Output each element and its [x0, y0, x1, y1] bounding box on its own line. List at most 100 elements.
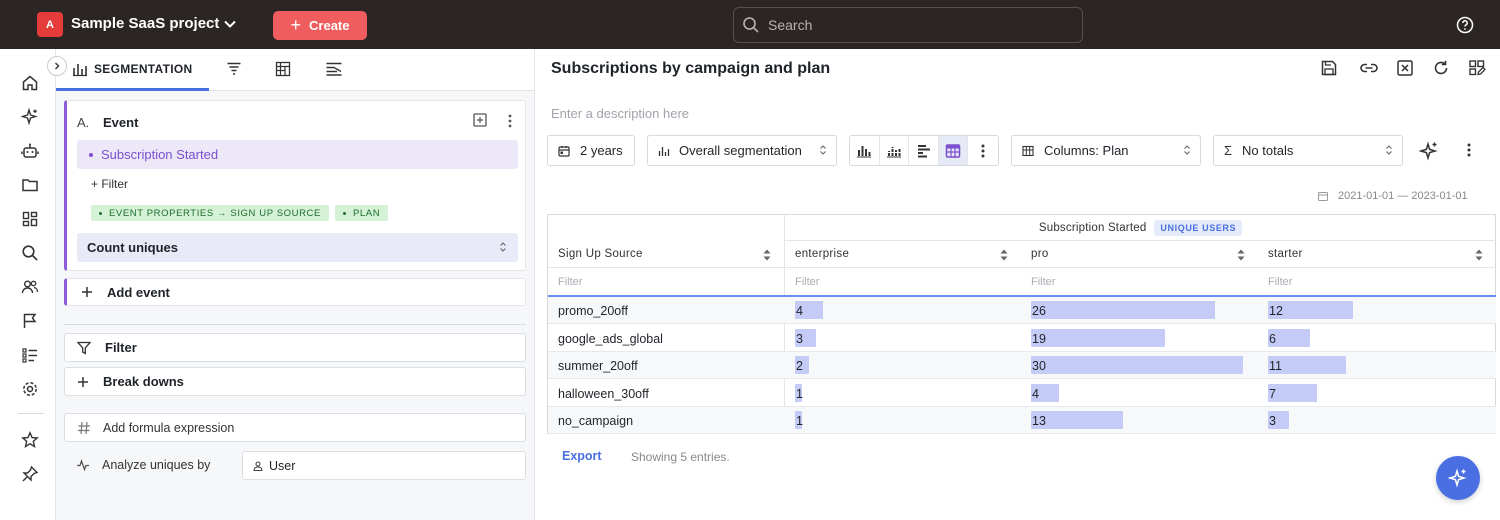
- totals-label: No totals: [1242, 143, 1294, 158]
- chip-dot: [99, 211, 102, 215]
- gear-icon[interactable]: [20, 379, 40, 399]
- totals-select[interactable]: Σ No totals: [1213, 135, 1403, 166]
- create-button[interactable]: + Create: [273, 11, 367, 40]
- flag-icon[interactable]: [20, 311, 40, 331]
- viz-table-button[interactable]: [938, 136, 969, 165]
- segmentation-select[interactable]: Overall segmentation: [647, 135, 837, 166]
- project-avatar[interactable]: A: [37, 12, 63, 37]
- filter-button[interactable]: Filter: [64, 333, 526, 362]
- column-header-starter[interactable]: starter: [1258, 241, 1496, 268]
- table-row[interactable]: google_ads_global 3 19 6: [548, 325, 1496, 352]
- tab-segmentation[interactable]: SEGMENTATION: [72, 61, 193, 77]
- more-vertical-icon[interactable]: [1464, 142, 1474, 158]
- column-filter-pro[interactable]: Filter: [1021, 268, 1258, 295]
- breakdowns-button[interactable]: Break downs: [64, 367, 526, 396]
- search-icon[interactable]: [20, 243, 40, 263]
- table-cell: 7: [1258, 380, 1496, 407]
- folder-icon[interactable]: [20, 175, 40, 195]
- column-header-label: enterprise: [795, 248, 850, 260]
- plus-icon: [78, 376, 88, 387]
- flows-icon[interactable]: [325, 61, 343, 77]
- close-box-icon[interactable]: [1396, 59, 1414, 77]
- viz-bar-button[interactable]: [850, 136, 880, 165]
- table-row[interactable]: promo_20off 4 26 12: [548, 297, 1496, 324]
- chip-plan[interactable]: PLAN: [334, 205, 389, 221]
- table-cell: 1: [785, 407, 1021, 434]
- users-icon[interactable]: [20, 277, 40, 297]
- chevron-down-icon[interactable]: [222, 16, 238, 32]
- edit-layout-icon[interactable]: [1468, 59, 1486, 77]
- column-header-sign-up-source[interactable]: Sign Up Source: [548, 241, 784, 268]
- sparkle-icon[interactable]: [20, 107, 40, 127]
- measure-select[interactable]: Count uniques: [77, 233, 518, 262]
- table-row[interactable]: no_campaign 1 13 3: [548, 407, 1496, 434]
- table-cell: 30: [1021, 352, 1257, 379]
- search-box[interactable]: [733, 7, 1083, 43]
- date-range-display: 2021-01-01 — 2023-01-01: [1318, 190, 1468, 202]
- analyze-by-select[interactable]: User: [242, 451, 526, 480]
- chip-label: PLAN: [352, 207, 381, 219]
- formula-button[interactable]: Add formula expression: [64, 413, 526, 442]
- value-bar: [1031, 328, 1166, 347]
- ai-assistant-button[interactable]: [1436, 456, 1480, 500]
- cell-value: 3: [1269, 414, 1276, 428]
- export-button[interactable]: Export: [562, 449, 602, 463]
- cell-value: 30: [1032, 359, 1046, 373]
- date-range-button[interactable]: 2 years: [547, 135, 635, 166]
- save-icon[interactable]: [1320, 59, 1338, 77]
- event-filter-button[interactable]: + Filter: [91, 177, 128, 191]
- project-name[interactable]: Sample SaaS project: [71, 15, 219, 32]
- pin-icon[interactable]: [20, 464, 40, 484]
- viz-stacked-bar-button[interactable]: [880, 136, 910, 165]
- cell-value: 2: [796, 359, 803, 373]
- date-range-text: 2021-01-01 — 2023-01-01: [1338, 190, 1468, 202]
- star-icon[interactable]: [20, 430, 40, 450]
- help-icon[interactable]: [1456, 16, 1474, 34]
- refresh-icon[interactable]: [1432, 59, 1450, 77]
- viz-horizontal-bar-button[interactable]: [909, 136, 939, 165]
- search-icon: [743, 17, 759, 33]
- report-title[interactable]: Subscriptions by campaign and plan: [551, 60, 830, 78]
- add-square-icon[interactable]: [472, 112, 488, 128]
- list-icon[interactable]: [20, 345, 40, 365]
- selected-event[interactable]: Subscription Started: [77, 140, 518, 169]
- retention-grid-icon[interactable]: [275, 61, 291, 77]
- chip-sign-up-source[interactable]: EVENT PROPERTIES → SIGN UP SOURCE: [91, 205, 329, 221]
- robot-icon[interactable]: [20, 141, 40, 161]
- sort-icon[interactable]: [1474, 248, 1484, 262]
- search-input[interactable]: [768, 17, 1068, 33]
- viz-more-button[interactable]: [968, 136, 998, 165]
- column-filter-enterprise[interactable]: Filter: [785, 268, 1021, 295]
- funnel-icon[interactable]: [226, 61, 242, 77]
- link-icon[interactable]: [1359, 59, 1379, 77]
- columns-select[interactable]: Columns: Plan: [1011, 135, 1201, 166]
- table-cell: 3: [785, 325, 1021, 352]
- segmentation-label: Overall segmentation: [679, 143, 802, 158]
- more-vertical-icon[interactable]: [504, 113, 516, 129]
- home-icon[interactable]: [20, 73, 40, 93]
- ai-sparkle-icon[interactable]: [1419, 141, 1439, 161]
- table-row[interactable]: summer_20off 2 30 11: [548, 352, 1496, 379]
- breakdown-chips: EVENT PROPERTIES → SIGN UP SOURCE PLAN: [91, 205, 389, 221]
- table-cell: 11: [1258, 352, 1496, 379]
- table-cell: 12: [1258, 297, 1496, 324]
- bar-chart-icon: [658, 146, 670, 156]
- cell-value: 26: [1032, 304, 1046, 318]
- table-row[interactable]: halloween_30off 1 4 7: [548, 380, 1496, 407]
- column-filter-sign-up-source[interactable]: Filter: [548, 268, 784, 295]
- active-tab-indicator: [56, 88, 209, 91]
- column-header-pro[interactable]: pro: [1021, 241, 1258, 268]
- sort-icon[interactable]: [762, 248, 772, 262]
- query-panel: SEGMENTATION A. Event Subscription Start…: [47, 49, 535, 520]
- sort-icon[interactable]: [999, 248, 1009, 262]
- chip-dot: [342, 211, 346, 215]
- sort-icon[interactable]: [1236, 248, 1246, 262]
- dashboard-icon[interactable]: [20, 209, 40, 229]
- column-header-enterprise[interactable]: enterprise: [785, 241, 1021, 268]
- column-filter-starter[interactable]: Filter: [1258, 268, 1496, 295]
- description-input[interactable]: Enter a description here: [551, 106, 689, 121]
- visualization-switcher: [849, 135, 999, 166]
- collapse-panel-button[interactable]: [47, 56, 67, 76]
- add-event-button[interactable]: Add event: [64, 278, 526, 306]
- filter-icon: [77, 341, 91, 355]
